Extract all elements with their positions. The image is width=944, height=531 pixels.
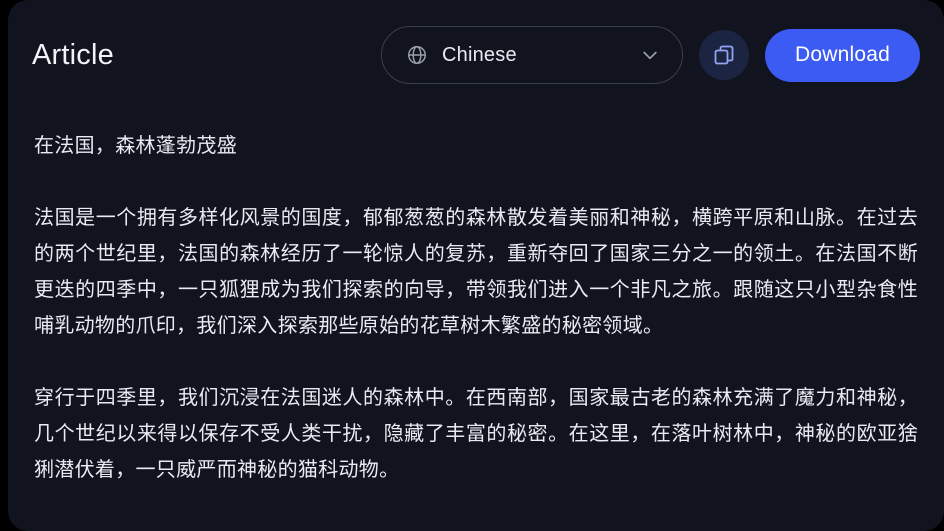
article-heading: 在法国，森林蓬勃茂盛	[34, 135, 237, 157]
language-select-value: Chinese	[442, 43, 517, 66]
panel-header: Article Chinese Download	[8, 0, 944, 110]
language-select[interactable]: Chinese	[381, 26, 683, 84]
article-paragraph: 法国是一个拥有多样化风景的国度，郁郁葱葱的森林散发着美丽和神秘，横跨平原和山脉。…	[34, 207, 918, 337]
copy-icon	[712, 43, 736, 67]
download-button[interactable]: Download	[765, 28, 920, 82]
article-body: 在法国，森林蓬勃茂盛 法国是一个拥有多样化风景的国度，郁郁葱葱的森林散发着美丽和…	[8, 110, 944, 531]
page-title: Article	[32, 38, 114, 71]
globe-icon	[406, 44, 428, 66]
chevron-down-icon	[640, 45, 660, 65]
copy-button[interactable]	[699, 30, 749, 80]
article-panel: Article Chinese Download 在法国，森林蓬勃茂盛 法国是一…	[8, 0, 944, 531]
article-paragraph: 穿行于四季里，我们沉浸在法国迷人的森林中。在西南部，国家最古老的森林充满了魔力和…	[34, 387, 918, 481]
screen-root: Article Chinese Download 在法国，森林蓬勃茂盛 法国是一…	[0, 0, 944, 531]
header-controls: Chinese Download	[381, 26, 920, 84]
